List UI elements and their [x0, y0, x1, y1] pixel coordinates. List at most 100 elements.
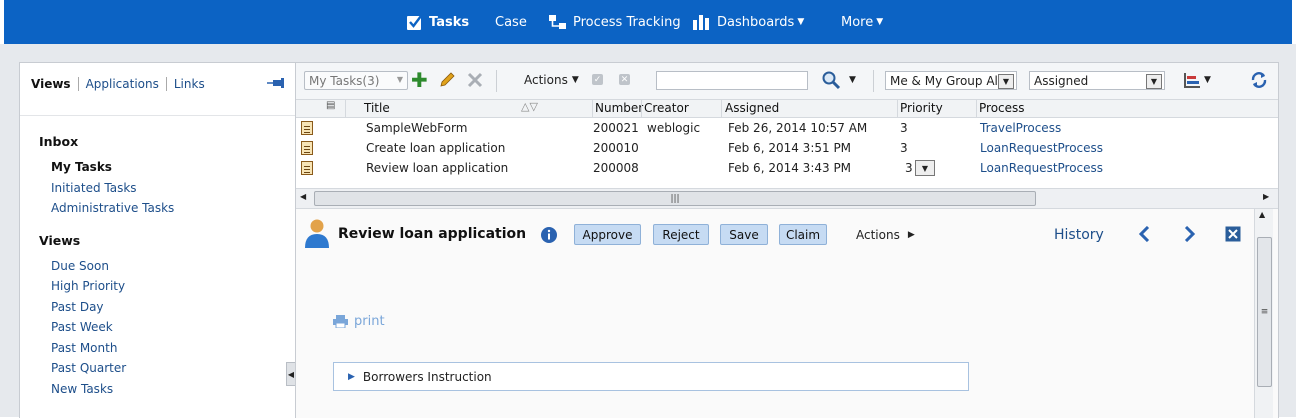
vertical-scroll-thumb[interactable]: ≡ — [1257, 237, 1272, 387]
claim-button[interactable]: Claim — [779, 224, 827, 245]
previous-task-icon[interactable] — [1138, 226, 1152, 242]
search-icon[interactable] — [821, 70, 841, 90]
nav-dashboards-label: Dashboards — [717, 14, 795, 30]
expand-triangle-icon: ▶ — [348, 371, 355, 382]
column-header-title[interactable]: Title — [364, 101, 390, 115]
my-tasks-selector[interactable]: My Tasks(3) ▼ — [304, 71, 408, 90]
cell-title: Create loan application — [366, 141, 506, 155]
inbox-heading: Inbox — [39, 134, 79, 149]
print-label: print — [354, 314, 385, 329]
search-input[interactable] — [656, 71, 808, 90]
process-flow-icon — [549, 14, 566, 29]
save-button[interactable]: Save — [720, 224, 768, 245]
cell-creator: weblogic — [647, 121, 701, 135]
scroll-up-icon[interactable]: ▲ — [1259, 210, 1265, 219]
printer-icon — [333, 315, 348, 328]
column-divider — [345, 100, 346, 117]
cell-process-link[interactable]: LoanRequestProcess — [980, 141, 1103, 155]
chevron-down-icon: ▼ — [876, 17, 884, 27]
chevron-down-icon[interactable]: ▼ — [849, 75, 856, 85]
column-header-assigned[interactable]: Assigned — [725, 101, 779, 115]
column-divider — [592, 100, 593, 117]
task-clipboard-icon — [301, 161, 313, 175]
approve-button[interactable]: Approve — [574, 224, 641, 245]
view-item-due-soon[interactable]: Due Soon — [51, 259, 109, 273]
nav-process-tracking-label: Process Tracking — [573, 14, 681, 30]
column-header-number[interactable]: Number — [595, 101, 643, 115]
view-item-past-month[interactable]: Past Month — [51, 341, 117, 355]
vertical-scrollbar[interactable]: ▲ ≡ — [1254, 209, 1273, 418]
column-header-process[interactable]: Process — [979, 101, 1025, 115]
nav-case[interactable]: Case — [495, 0, 527, 44]
edit-pencil-icon[interactable] — [438, 71, 456, 89]
cell-title: SampleWebForm — [366, 121, 468, 135]
nav-case-label: Case — [495, 14, 527, 30]
state-filter-select[interactable]: Assigned ▼ — [1029, 71, 1165, 90]
tab-views[interactable]: Views — [31, 77, 78, 91]
column-divider — [721, 100, 722, 117]
priority-dropdown[interactable]: ▼ — [915, 160, 935, 176]
scroll-right-icon[interactable]: ▶ — [1263, 192, 1269, 201]
inbox-item-administrative-tasks[interactable]: Administrative Tasks — [51, 201, 174, 215]
task-detail-pane: Review loan application Approve Reject S… — [296, 209, 1278, 418]
inbox-item-my-tasks[interactable]: My Tasks — [51, 160, 112, 174]
nav-process-tracking[interactable]: Process Tracking — [548, 0, 681, 44]
cell-priority: 3 — [900, 121, 908, 135]
column-divider — [897, 100, 898, 117]
info-icon[interactable] — [540, 226, 558, 244]
nav-more[interactable]: More ▼ — [841, 0, 883, 44]
history-link[interactable]: History — [1054, 227, 1104, 243]
tab-links[interactable]: Links — [165, 77, 212, 91]
chevron-down-icon[interactable]: ▼ — [1204, 75, 1211, 85]
close-icon[interactable] — [1225, 226, 1241, 242]
tab-applications[interactable]: Applications — [77, 77, 166, 91]
cell-number: 200021 — [593, 121, 639, 135]
task-list-toolbar: My Tasks(3) ▼ ✚ Actions ▼ ✓ ✕ ▼ Me & My … — [296, 63, 1278, 100]
scroll-left-icon[interactable]: ◀ — [300, 192, 306, 201]
chevron-down-icon: ▼ — [797, 17, 805, 27]
add-task-icon[interactable]: ✚ — [411, 70, 428, 90]
print-link[interactable]: print — [333, 314, 385, 329]
views-heading: Views — [39, 233, 81, 248]
table-row[interactable]: Review loan application 200008 Feb 6, 20… — [296, 158, 1278, 178]
chart-view-icon[interactable] — [1183, 72, 1201, 89]
close-icon[interactable]: ✕ — [619, 74, 630, 85]
horizontal-scroll-thumb[interactable]: ||| — [314, 191, 1036, 206]
main-task-panel: My Tasks(3) ▼ ✚ Actions ▼ ✓ ✕ ▼ Me & My … — [295, 62, 1279, 418]
check-icon[interactable]: ✓ — [592, 74, 603, 85]
view-item-past-quarter[interactable]: Past Quarter — [51, 361, 126, 375]
detail-actions-label: Actions — [856, 228, 900, 242]
cell-priority: 3 — [905, 161, 913, 175]
horizontal-scrollbar[interactable]: ◀ ||| ▶ — [296, 188, 1278, 209]
view-item-past-day[interactable]: Past Day — [51, 300, 104, 314]
cell-process-link[interactable]: TravelProcess — [980, 121, 1061, 135]
refresh-icon[interactable] — [1250, 71, 1268, 89]
pin-icon[interactable] — [266, 77, 286, 89]
detail-actions-menu[interactable]: Actions ▶ — [856, 228, 915, 242]
inbox-item-initiated-tasks[interactable]: Initiated Tasks — [51, 181, 137, 195]
next-task-icon[interactable] — [1182, 226, 1196, 242]
table-row[interactable]: Create loan application 200010 Feb 6, 20… — [296, 138, 1278, 158]
top-navigation-bar: Tasks Case Process Tracking Dashboards ▼… — [4, 0, 1292, 45]
assignee-filter-select[interactable]: Me & My Group All ▼ — [885, 71, 1017, 90]
view-item-past-week[interactable]: Past Week — [51, 320, 113, 334]
nav-tasks[interactable]: Tasks — [406, 0, 469, 44]
nav-dashboards[interactable]: Dashboards ▼ — [692, 0, 804, 44]
view-item-new-tasks[interactable]: New Tasks — [51, 382, 113, 396]
actions-menu[interactable]: Actions ▼ — [524, 73, 579, 87]
sort-icon[interactable]: △▽ — [521, 100, 538, 113]
table-row[interactable]: SampleWebForm 200021 weblogic Feb 26, 20… — [296, 118, 1278, 138]
column-picker-icon[interactable]: ▤ — [326, 100, 335, 111]
cell-process-link[interactable]: LoanRequestProcess — [980, 161, 1103, 175]
delete-icon[interactable] — [467, 72, 483, 88]
borrowers-instruction-section[interactable]: ▶ Borrowers Instruction — [333, 362, 969, 391]
reject-button[interactable]: Reject — [653, 224, 709, 245]
chevron-down-icon: ▼ — [921, 163, 929, 173]
view-item-high-priority[interactable]: High Priority — [51, 279, 125, 293]
nav-tasks-label: Tasks — [429, 14, 470, 30]
column-header-priority[interactable]: Priority — [900, 101, 943, 115]
grip-icon: ||| — [670, 193, 680, 204]
state-filter-value: Assigned — [1034, 73, 1089, 88]
column-header-creator[interactable]: Creator — [644, 101, 689, 115]
chevron-down-icon: ▼ — [1146, 74, 1162, 89]
